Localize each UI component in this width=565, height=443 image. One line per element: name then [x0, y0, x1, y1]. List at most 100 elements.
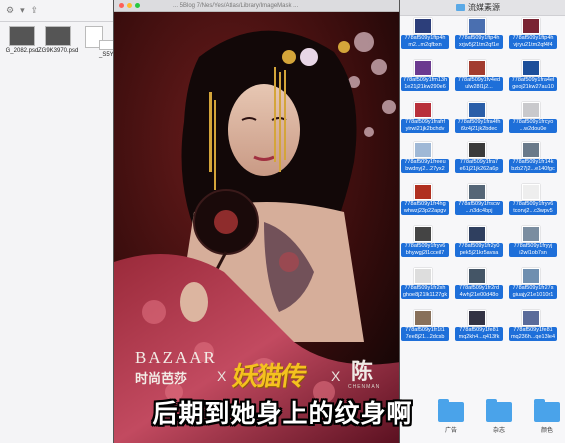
image-thumbnail — [468, 102, 486, 118]
window-title-bar: 流媒素源 — [396, 0, 565, 16]
file-name-line: 778af509y1frafrf — [404, 119, 446, 125]
image-thumbnail — [468, 142, 486, 158]
file-name-label: 778af509y1freeu bwdnyj2...27yx2 — [401, 159, 449, 173]
file-name-label: 778af509y1ftp4h vjryu21tm2qf4f4 — [509, 35, 557, 49]
share-icon[interactable]: ⇪ — [31, 5, 39, 16]
file-name-label: 778af509y1fryv6 tcorvj2...c3wpv5 — [509, 201, 557, 215]
image-thumbnail — [468, 184, 486, 200]
image-file-item[interactable]: 778af509y1fr4hg whwzj23p22apgv — [398, 184, 452, 216]
zoom-button[interactable] — [135, 3, 140, 8]
chevron-down-icon[interactable]: ▾ — [20, 5, 25, 16]
image-file-item[interactable]: 778af509y1fv4ed ulw28l1j2... — [452, 60, 506, 92]
image-thumbnail — [414, 268, 432, 284]
file-name-line: 778af509y1fv4ed — [457, 77, 501, 83]
file-name-line: mq2kh4...q413fk — [458, 334, 500, 340]
image-file-item[interactable]: 778af509y1fryv6 bhywgj2l1cceil7 — [398, 226, 452, 258]
image-file-item[interactable]: 778af509y1fra4fh i9z4j21jk2bdec — [452, 102, 506, 134]
image-thumbnail — [522, 102, 540, 118]
file-name-line: whwzj23p22apgv — [403, 208, 447, 214]
file-name-line: 778af509y1freeu — [404, 159, 446, 165]
gear-icon[interactable]: ⚙ — [6, 5, 14, 16]
image-thumbnail — [522, 142, 540, 158]
file-name-line: 778af509y1frcyo — [512, 119, 554, 125]
file-name-line: bwdnyj2...27yx2 — [405, 166, 445, 172]
file-name-label: 778af509y1fr27s giuajy21e1010r1 — [509, 285, 557, 299]
file-name-label: 778af509y1fr2y0 pek5j21kr5avsa — [455, 243, 503, 257]
file-name-line: 778af509y1fe81 — [513, 327, 553, 333]
file-name-line: tcorvj2...c3wpv5 — [513, 208, 553, 214]
file-item[interactable]: G_2082.psd — [2, 26, 42, 54]
image-file-item[interactable]: 778af509y1freeu bwdnyj2...27yx2 — [398, 142, 452, 174]
collab-x: X — [331, 368, 341, 384]
file-name-line: 778af509y1fryv6 — [512, 201, 554, 207]
collab-x: X — [217, 368, 227, 384]
image-file-item[interactable]: 778af509y1fra7 e61j21jk262a6p — [452, 142, 506, 174]
image-file-item[interactable]: 778af509y1fr2y0 pek5j21kr5avsa — [452, 226, 506, 258]
file-name-line: bhywgj2l1cceil7 — [405, 250, 445, 256]
image-file-item[interactable]: 778af509y1fr2rd 4whj21e00d48o — [452, 268, 506, 300]
file-name-line: 778af509y1fr14k — [512, 159, 554, 165]
image-file-item[interactable]: 778af509y1fe81 mq236h...qe13le4 — [506, 310, 560, 342]
image-file-item[interactable]: 778af509y1fr14k bzb27j2...e140fgc — [506, 142, 560, 174]
image-thumbnail — [414, 18, 432, 34]
image-file-item[interactable]: 778af509y1fr1t1 7ee8j21...2dcsb — [398, 310, 452, 342]
close-button[interactable] — [119, 3, 124, 8]
image-thumbnail — [522, 184, 540, 200]
file-name-line: 778af509y1fr2rd — [458, 285, 500, 291]
file-name-line: pek5j21kr5avsa — [459, 250, 499, 256]
image-thumbnail — [468, 60, 486, 76]
image-file-item[interactable]: 778af509y1frcyo ...w2dou0e — [506, 102, 560, 134]
file-name-line: mq236h...qe13le4 — [510, 334, 556, 340]
file-name-label: 778af509y1fv4ed ulw28l1j2... — [455, 77, 503, 91]
file-name-label: 778af509y1frcyo ...w2dou0e — [509, 119, 557, 133]
image-thumbnail — [522, 310, 540, 326]
preview-title-bar: ... 5Blog 7/Nes/Yes/Atlas/Library/ImageM… — [114, 0, 399, 12]
file-name-label: 778af509y1fr2rd 4whj21e00d48o — [455, 285, 503, 299]
file-name-label: 778af509y1ftp4h m2...m2qfbxn — [401, 35, 449, 49]
image-thumbnail — [414, 226, 432, 242]
file-name-label: 778af509y1fra4el geoj21kw27au10 — [509, 77, 557, 91]
file-name-line: 778af509y1fe81 — [459, 327, 499, 333]
image-file-item[interactable]: 778af509y1fe81 mq2kh4...q413fk — [452, 310, 506, 342]
file-name-line: ulw28l1j2... — [465, 84, 493, 90]
image-file-item[interactable]: 778af509y1ftp4h vjryu21tm2qf4f4 — [506, 18, 560, 50]
image-file-item[interactable]: 778af509y1fryyj i2wl1ob7sn — [506, 226, 560, 258]
image-thumbnail — [468, 310, 486, 326]
image-file-item[interactable]: 778af509y1fr2xh ghoe8j21lk1127gk — [398, 268, 452, 300]
image-thumbnail — [414, 102, 432, 118]
file-name-line: i9z4j21jk2bdec — [460, 126, 498, 132]
file-item[interactable]: ZG9K3970.psd — [38, 26, 78, 54]
image-file-item[interactable]: 778af509y1ftp4h xrjw5j21tm2qf1e — [452, 18, 506, 50]
file-name-label: 778af509y1fe81 mq2kh4...q413fk — [455, 327, 503, 341]
image-file-item[interactable]: 778af509y1fm13h 1e21j21kw290e6 — [398, 60, 452, 92]
image-thumbnail — [468, 226, 486, 242]
file-name-line: 7ee8j21...2dcsb — [405, 334, 445, 340]
bazaar-logo: BAZAAR — [135, 348, 217, 367]
file-name-line: i2wl1ob7sn — [519, 250, 547, 256]
preview-path: ... 5Blog 7/Nes/Yes/Atlas/Library/ImageM… — [173, 2, 299, 9]
image-file-item[interactable]: 778af509y1ftp4h m2...m2qfbxn — [398, 18, 452, 50]
artist-seal: 陈 — [351, 359, 374, 385]
file-thumbnail — [45, 26, 71, 46]
image-file-item[interactable]: 778af509y1fryv6 tcorvj2...c3wpv5 — [506, 184, 560, 216]
desktop: ⚙ ▾ ⇪ G_2082.psd ZG9K3970.psd _S5Y3 流媒素源… — [0, 0, 565, 443]
image-file-item[interactable]: 778af509y1fr27s giuajy21e1010r1 — [506, 268, 560, 300]
image-file-item[interactable]: 778af509y1fra4el geoj21kw27au10 — [506, 60, 560, 92]
file-name-label: 778af509y1fm13h 1e21j21kw290e6 — [401, 77, 449, 91]
image-file-item[interactable]: 778af509y1frafrf yirwi21jk2bchdv — [398, 102, 452, 134]
movie-title: 妖猫传 — [230, 362, 307, 392]
minimize-button[interactable] — [127, 3, 132, 8]
file-name-line: yirwi21jk2bchdv — [405, 126, 445, 132]
file-name-line: ghoe8j21lk1127gk — [402, 292, 448, 298]
artist-name: CHENMAN — [348, 384, 381, 390]
file-name-line: 778af509y1fm13h — [402, 77, 448, 83]
image-file-item[interactable]: 778af509y1frscw ...n3dc4bpj — [452, 184, 506, 216]
file-name-line: bzb27j2...e140fgc — [511, 166, 555, 172]
image-thumbnail — [522, 268, 540, 284]
file-name-line: 778af509y1fra7 — [459, 159, 499, 165]
file-name-line: 778af509y1fryv6 — [404, 243, 446, 249]
video-subtitle: 后期到她身上的纹身啊 — [152, 400, 413, 428]
image-thumbnail — [522, 18, 540, 34]
file-name-label: 778af509y1frscw ...n3dc4bpj — [455, 201, 503, 215]
file-name-label: 778af509y1fr2xh ghoe8j21lk1127gk — [401, 285, 449, 299]
